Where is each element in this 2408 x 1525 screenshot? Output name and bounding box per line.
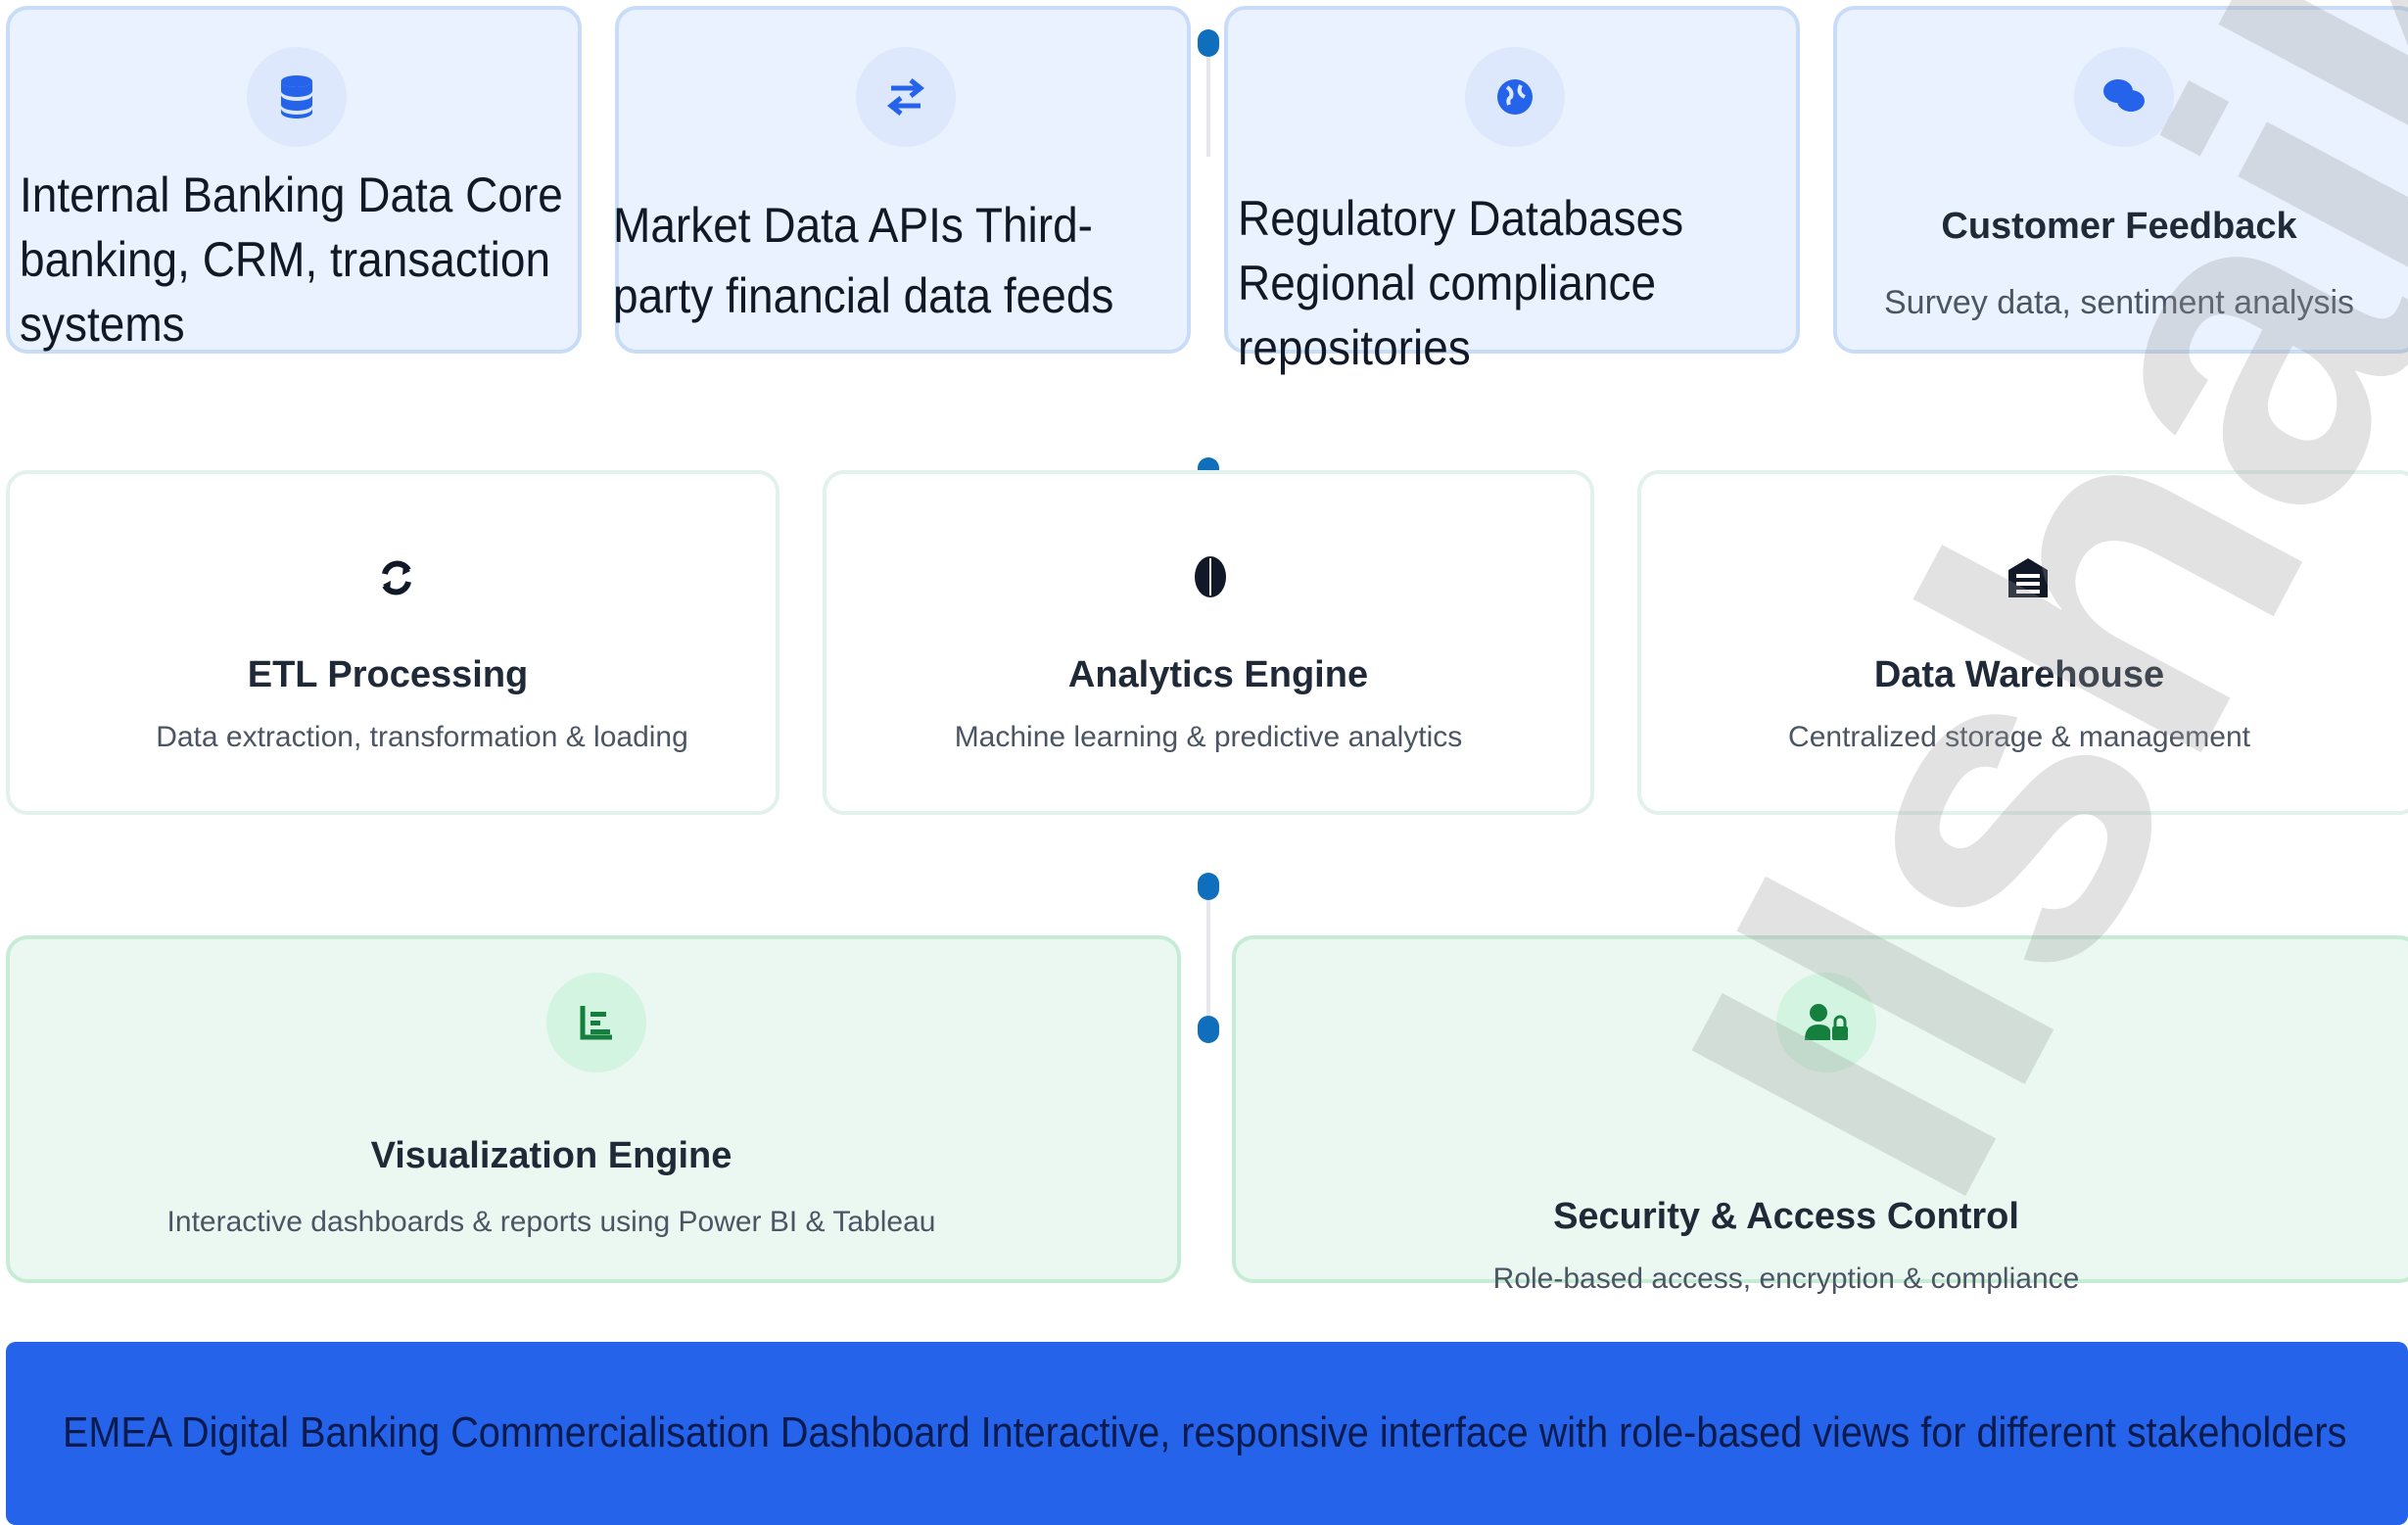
connector-line [1206,39,1210,157]
dashboard-banner: EMEA Digital Banking Commercialisation D… [6,1342,2408,1525]
source-card-customer-feedback: Customer Feedback Survey data, sentiment… [1833,6,2408,354]
output-card-security: Security & Access Control Role-based acc… [1232,935,2408,1295]
warehouse-icon [2006,554,2051,604]
globe-icon [1465,47,1565,147]
process-title: Analytics Engine [1067,654,1369,695]
comments-icon [2074,47,2174,147]
process-title: Data Warehouse [1873,654,2165,695]
connector-line [1206,885,1210,1023]
process-desc: Machine learning & predictive analytics [954,721,1463,753]
source-card-regulatory: Regulatory Databases Regional compliance… [1224,6,1800,375]
output-card-visualization: Visualization Engine Interactive dashboa… [6,935,1181,1283]
connector-dot [1198,29,1219,57]
source-text: Regulatory Databases Regional compliance… [1238,191,1684,375]
exchange-arrows-icon [856,47,956,147]
brain-icon [1193,554,1228,604]
source-desc: Survey data, sentiment analysis [1883,284,2355,321]
process-desc: Data extraction, transformation & loadin… [156,721,688,753]
process-card-etl: ETL Processing Data extraction, transfor… [6,470,779,815]
output-desc: Interactive dashboards & reports using P… [166,1206,936,1238]
source-text: Market Data APIs Third-party financial d… [613,198,1114,323]
process-title: ETL Processing [247,654,529,695]
process-card-analytics: Analytics Engine Machine learning & pred… [823,470,1594,815]
source-card-internal-banking: Internal Banking Data Core banking, CRM,… [6,6,582,354]
output-desc: Role-based access, encryption & complian… [1492,1263,2080,1295]
output-title: Security & Access Control [1553,1196,2019,1237]
connector-dot [1198,1016,1219,1043]
user-lock-icon [1776,973,1876,1072]
connector-dot [1198,873,1219,900]
source-title: Customer Feedback [1941,206,2297,247]
banner-text: EMEA Digital Banking Commercialisation D… [63,1408,2347,1456]
output-title: Visualization Engine [370,1135,732,1176]
sync-icon [377,556,416,604]
database-icon [247,47,347,147]
chart-icon [546,973,646,1072]
source-text: Internal Banking Data Core banking, CRM,… [20,167,563,352]
source-card-market-data: Market Data APIs Third-party financial d… [613,6,1191,354]
process-card-warehouse: Data Warehouse Centralized storage & man… [1637,470,2408,815]
process-desc: Centralized storage & management [1788,721,2250,753]
